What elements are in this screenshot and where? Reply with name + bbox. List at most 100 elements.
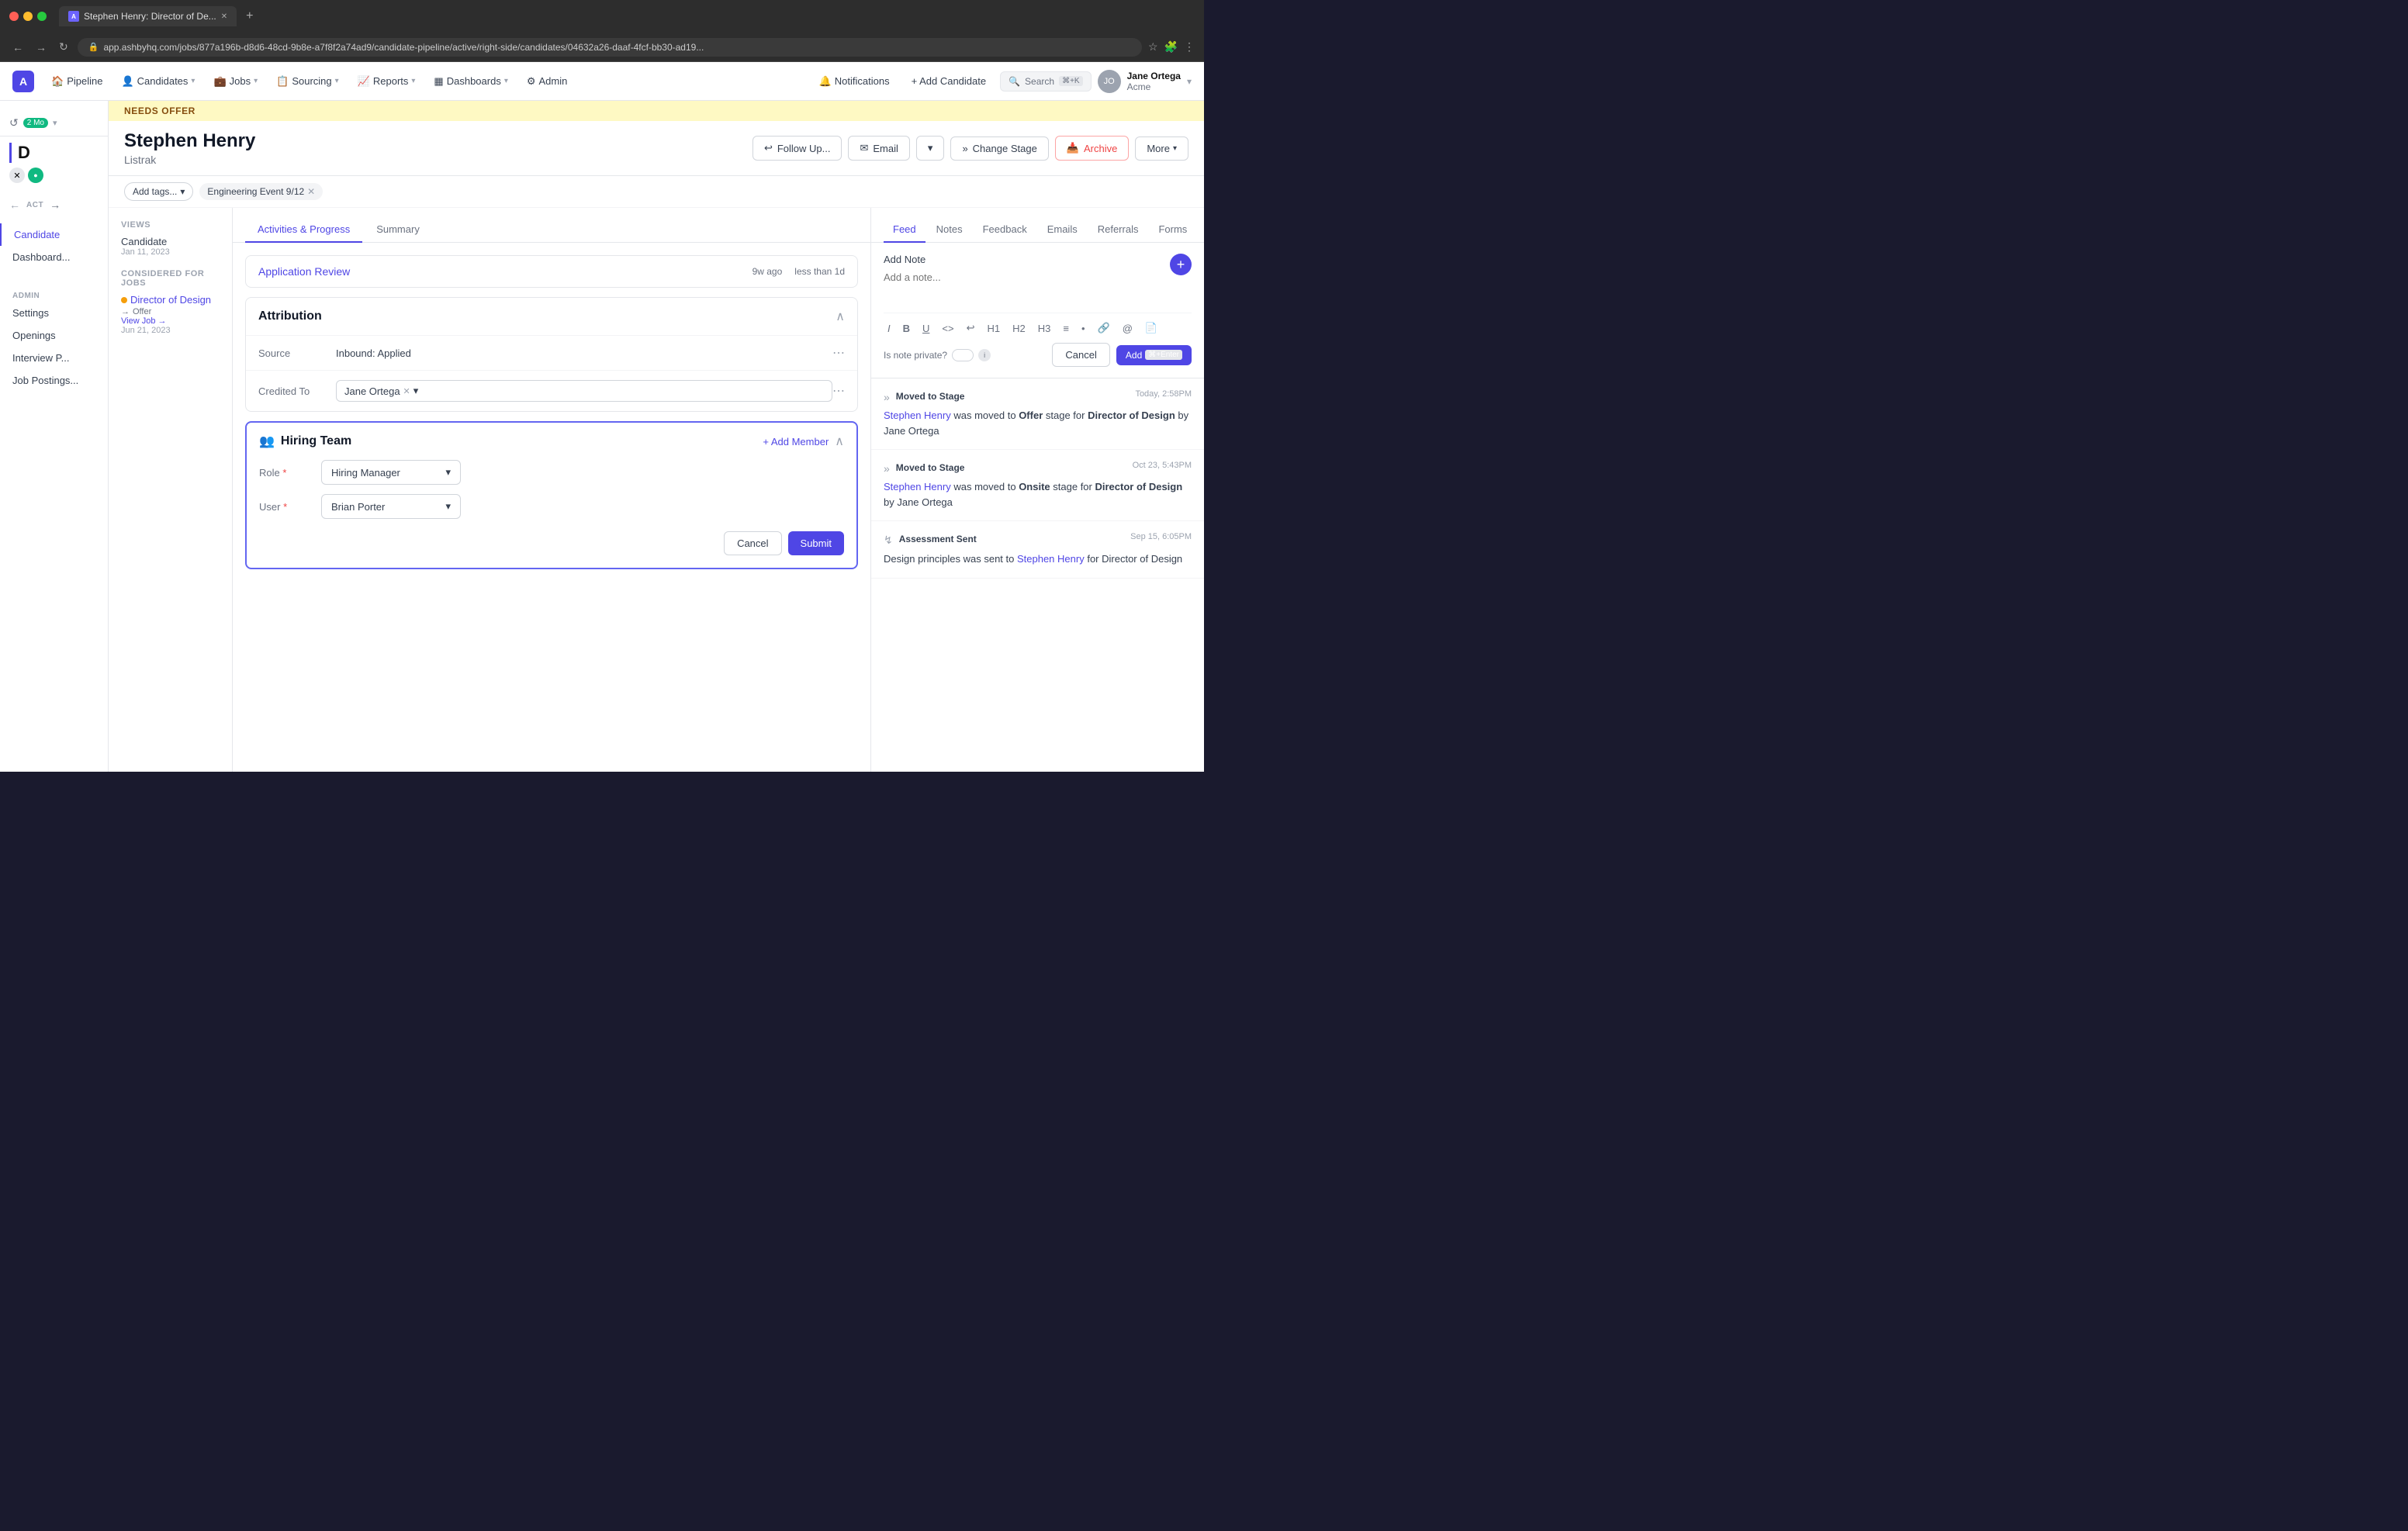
- tag-remove-button[interactable]: ✕: [307, 186, 315, 197]
- email-button[interactable]: ✉ Email: [848, 136, 909, 161]
- sidebar-item-interview[interactable]: Interview P...: [0, 347, 108, 369]
- sidebar-item-dashboards[interactable]: Dashboard...: [0, 246, 108, 268]
- toolbar-h1[interactable]: H1: [984, 320, 1005, 337]
- more-button[interactable]: More ▾: [1135, 137, 1188, 161]
- view-item-candidate[interactable]: Candidate Jan 11, 2023: [121, 236, 220, 257]
- nav-item-reports[interactable]: 📈 Reports ▾: [350, 69, 424, 94]
- sidebar-item-openings[interactable]: Openings: [0, 324, 108, 347]
- nav-item-pipeline[interactable]: 🏠 Pipeline: [43, 69, 110, 94]
- sidebar-item-candidates[interactable]: Candidate: [0, 223, 108, 246]
- tab-notes[interactable]: Notes: [927, 217, 972, 243]
- add-member-button[interactable]: + Add Member: [763, 436, 829, 448]
- toolbar-attachment[interactable]: 📄: [1141, 320, 1161, 337]
- nav-next-arrow[interactable]: →: [50, 199, 61, 211]
- menu-icon[interactable]: ⋮: [1184, 40, 1195, 54]
- credited-actions-button[interactable]: ⋯: [832, 383, 845, 399]
- role-label: Role *: [259, 467, 321, 479]
- tab-referrals[interactable]: Referrals: [1088, 217, 1148, 243]
- feed-person-link[interactable]: Stephen Henry: [1017, 553, 1085, 565]
- credited-close-button[interactable]: ✕: [403, 386, 410, 396]
- sidebar-item-job-postings[interactable]: Job Postings...: [0, 369, 108, 392]
- notifications-button[interactable]: 🔔 Notifications: [811, 71, 898, 92]
- sidebar-item-settings[interactable]: Settings: [0, 302, 108, 324]
- job-date: Jun 21, 2023: [121, 326, 220, 335]
- archive-button[interactable]: 📥 Archive: [1055, 136, 1130, 161]
- email-icon: ✉: [860, 142, 868, 154]
- private-toggle-checkbox[interactable]: [952, 349, 974, 361]
- toolbar-h2[interactable]: H2: [1009, 320, 1029, 337]
- nav-prev-arrow[interactable]: ←: [9, 199, 20, 211]
- info-button[interactable]: i: [978, 349, 991, 361]
- nav-forward-button[interactable]: →: [33, 38, 50, 57]
- toolbar-code[interactable]: <>: [938, 320, 957, 337]
- nav-reload-button[interactable]: ↻: [56, 37, 71, 57]
- search-button[interactable]: 🔍 Search ⌘+K: [1000, 71, 1092, 92]
- role-form-row: Role * Hiring Manager ▾: [259, 460, 844, 485]
- email-dropdown-button[interactable]: ▾: [916, 136, 945, 161]
- jobs-icon: 💼: [213, 75, 226, 88]
- change-stage-button[interactable]: » Change Stage: [950, 137, 1048, 161]
- user-info: Jane Ortega Acme: [1127, 71, 1181, 92]
- toolbar-h3[interactable]: H3: [1034, 320, 1055, 337]
- close-panel-button[interactable]: ✕: [9, 168, 25, 183]
- browser-tab[interactable]: A Stephen Henry: Director of De... ✕: [59, 6, 237, 26]
- feed-person-link[interactable]: Stephen Henry: [884, 481, 951, 492]
- credited-select-dropdown[interactable]: Jane Ortega ✕ ▾: [336, 380, 832, 402]
- toolbar-underline[interactable]: U: [919, 320, 933, 337]
- nav-right-section: 🔔 Notifications + Add Candidate 🔍 Search…: [811, 70, 1192, 93]
- tab-close-button[interactable]: ✕: [221, 12, 227, 21]
- tab-activities-progress[interactable]: Activities & Progress: [245, 217, 362, 243]
- bookmark-icon[interactable]: ☆: [1148, 40, 1158, 54]
- feed-person-link[interactable]: Stephen Henry: [884, 410, 951, 421]
- user-select[interactable]: Brian Porter ▾: [321, 494, 461, 519]
- tab-feed[interactable]: Feed: [884, 217, 925, 243]
- view-job-link[interactable]: View Job →: [121, 316, 220, 326]
- toolbar-unordered-list[interactable]: •: [1078, 320, 1089, 337]
- feed-item-content: Stephen Henry was moved to Onsite stage …: [884, 479, 1192, 510]
- job-dot-icon: [121, 297, 127, 303]
- source-actions-button[interactable]: ⋯: [832, 345, 845, 361]
- note-input[interactable]: [884, 271, 1192, 302]
- toolbar-mention[interactable]: @: [1119, 320, 1137, 337]
- close-window-button[interactable]: [9, 12, 19, 21]
- credited-label: Credited To: [258, 385, 336, 397]
- note-cancel-button[interactable]: Cancel: [1052, 343, 1109, 367]
- toolbar-bold[interactable]: B: [899, 320, 914, 337]
- toolbar-italic[interactable]: I: [884, 320, 894, 337]
- attribution-header[interactable]: Attribution ∧: [246, 298, 857, 335]
- attribution-toggle-icon[interactable]: ∧: [836, 309, 845, 324]
- nav-item-candidates[interactable]: 👤 Candidates ▾: [113, 69, 202, 94]
- user-menu-chevron[interactable]: ▾: [1187, 76, 1192, 87]
- extensions-icon[interactable]: 🧩: [1164, 40, 1178, 54]
- nav-item-dashboards[interactable]: ▦ Dashboards ▾: [426, 69, 515, 94]
- tab-summary[interactable]: Summary: [364, 217, 432, 243]
- tab-feedback[interactable]: Feedback: [974, 217, 1036, 243]
- toolbar-ordered-list[interactable]: ≡: [1059, 320, 1073, 337]
- cancel-button[interactable]: Cancel: [724, 531, 781, 555]
- nav-item-admin[interactable]: ⚙ Admin: [519, 69, 576, 94]
- tab-forms[interactable]: Forms: [1149, 217, 1196, 243]
- submit-button[interactable]: Submit: [788, 531, 844, 555]
- add-note-plus-button[interactable]: +: [1170, 254, 1192, 275]
- nav-back-button[interactable]: ←: [9, 38, 26, 57]
- avatar[interactable]: JO: [1098, 70, 1121, 93]
- role-select[interactable]: Hiring Manager ▾: [321, 460, 461, 485]
- hiring-team-toggle-icon[interactable]: ∧: [835, 434, 844, 449]
- dashboards-icon: ▦: [434, 75, 443, 88]
- toolbar-undo[interactable]: ↩: [963, 320, 979, 337]
- maximize-window-button[interactable]: [37, 12, 47, 21]
- add-note-shortcut: ⌘+Enter: [1145, 350, 1182, 360]
- minimize-window-button[interactable]: [23, 12, 33, 21]
- new-tab-button[interactable]: +: [246, 9, 253, 23]
- toolbar-link[interactable]: 🔗: [1094, 320, 1114, 337]
- add-tags-button[interactable]: Add tags... ▾: [124, 182, 193, 201]
- url-bar[interactable]: 🔒 app.ashbyhq.com/jobs/877a196b-d8d6-48c…: [78, 38, 1142, 57]
- nav-item-jobs[interactable]: 💼 Jobs ▾: [206, 69, 265, 94]
- add-candidate-button[interactable]: + Add Candidate: [904, 71, 995, 92]
- nav-item-sourcing[interactable]: 📋 Sourcing ▾: [268, 69, 347, 94]
- app-logo[interactable]: A: [12, 71, 34, 92]
- tab-emails[interactable]: Emails: [1038, 217, 1087, 243]
- follow-up-button[interactable]: ↩ Follow Up...: [752, 136, 842, 161]
- activity-title[interactable]: Application Review: [258, 265, 350, 278]
- add-note-button[interactable]: Add ⌘+Enter: [1116, 345, 1192, 365]
